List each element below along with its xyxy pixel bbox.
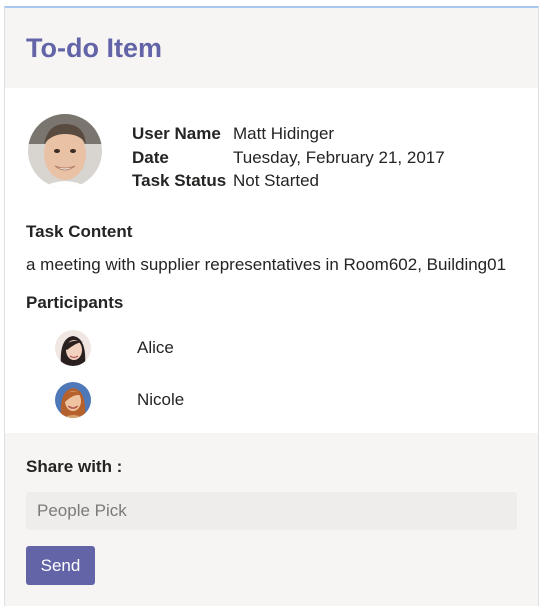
task-content-label: Task Content xyxy=(26,222,133,241)
fact-value: Tuesday, February 21, 2017 xyxy=(233,147,445,167)
participant-avatar xyxy=(55,382,91,418)
participant-avatar-photo xyxy=(55,330,91,366)
fact-value: Not Started xyxy=(233,171,319,190)
participant-name: Alice xyxy=(137,338,174,357)
share-section: Share with : Send xyxy=(5,433,538,606)
fact-user-name: User Name Matt Hidinger xyxy=(132,122,445,146)
fact-key: User Name xyxy=(132,124,221,143)
card-header: To-do Item xyxy=(5,8,538,88)
fact-value: Matt Hidinger xyxy=(233,124,335,143)
fact-date: Date Tuesday, February 21, 2017 xyxy=(132,146,445,170)
todo-card: To-do Item User Name Matt Hidinger Date … xyxy=(4,6,539,606)
fact-key: Task Status xyxy=(132,171,227,190)
participant-item: Nicole xyxy=(55,382,355,418)
share-label: Share with : xyxy=(26,457,123,476)
fact-key: Date xyxy=(132,147,169,167)
participant-avatar xyxy=(55,330,91,366)
card-title: To-do Item xyxy=(26,33,162,63)
user-avatar-photo xyxy=(28,114,102,188)
user-avatar xyxy=(28,114,102,188)
send-button[interactable]: Send xyxy=(26,546,95,585)
participant-avatar-photo xyxy=(55,382,91,418)
participants-label: Participants xyxy=(26,293,124,312)
participant-name: Nicole xyxy=(137,390,185,409)
user-facts: User Name Matt Hidinger Date Tuesday, Fe… xyxy=(132,122,445,193)
fact-task-status: Task Status Not Started xyxy=(132,169,445,193)
people-pick-input[interactable] xyxy=(26,492,517,530)
participant-item: Alice xyxy=(55,330,355,366)
task-content-text: a meeting with supplier representatives … xyxy=(26,255,507,274)
